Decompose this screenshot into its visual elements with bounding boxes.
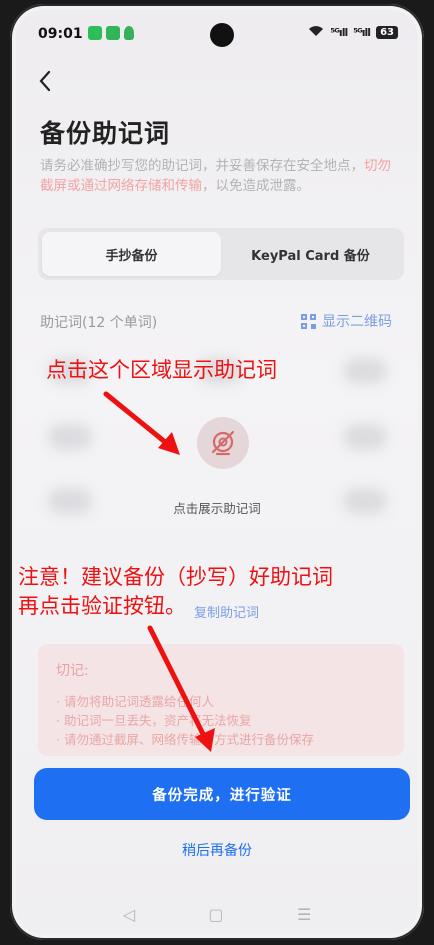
annotation-note-line1: 注意！建议备份（抄写）好助记词: [18, 565, 333, 589]
annotation-tap-area: 点击这个区域显示助记词: [46, 358, 277, 382]
notification-icon: [88, 26, 102, 40]
notification-icon: [106, 26, 120, 40]
blurred-word: [343, 358, 387, 384]
status-bar: 09:01 ⁵ᴳıll ⁵ᴳıll 63: [16, 10, 418, 58]
reveal-hint: 点击展示助记词: [173, 501, 261, 516]
page-description: 请务必准确抄写您的助记词，并妥善保存在安全地点，切勿截屏或通过网络存储和传输，以…: [40, 156, 400, 196]
status-right: ⁵ᴳıll ⁵ᴳıll 63: [308, 25, 398, 40]
caution-title: 切记:: [56, 663, 89, 679]
page-title: 备份助记词: [40, 119, 171, 148]
tab-keypal-card-backup[interactable]: KeyPal Card 备份: [221, 232, 400, 276]
caution-item: · 请勿通过截屏、网络传输的方式进行备份保存: [56, 732, 314, 747]
front-camera: [210, 23, 234, 47]
back-button[interactable]: [38, 70, 52, 97]
eye-off-icon: [211, 430, 235, 456]
system-nav-bar: ◁ ▢ ☰: [16, 896, 418, 932]
phone-frame: 09:01 ⁵ᴳıll ⁵ᴳıll 63 备份助记词 请务必准确抄写您的助记词，…: [10, 4, 424, 940]
nav-home-icon[interactable]: ▢: [208, 905, 223, 924]
screen: 09:01 ⁵ᴳıll ⁵ᴳıll 63 备份助记词 请务必准确抄写您的助记词，…: [16, 10, 418, 934]
blurred-word: [48, 424, 92, 450]
signal-icon: ⁵ᴳıll: [330, 26, 348, 39]
copy-mnemonic-button[interactable]: 复制助记词: [194, 602, 259, 621]
blurred-word: [343, 424, 387, 450]
mnemonic-count-label: 助记词(12 个单词): [40, 315, 158, 331]
nav-menu-icon[interactable]: ☰: [297, 905, 311, 924]
caution-box: 切记: · 请勿将助记词透露给任何人 · 助记词一旦丢失，资产将无法恢复 · 请…: [38, 644, 404, 756]
shield-icon: [124, 26, 134, 40]
wifi-icon: [308, 25, 324, 40]
annotation-note-line2: 再点击验证按钮。: [18, 594, 186, 618]
nav-back-icon[interactable]: ◁: [123, 905, 135, 924]
backup-method-tabs: 手抄备份 KeyPal Card 备份: [38, 228, 404, 280]
show-qr-button[interactable]: 显示二维码: [301, 311, 392, 331]
desc-text-end: ，以免造成泄露。: [202, 178, 310, 194]
reveal-button[interactable]: [197, 417, 249, 469]
battery-icon: 63: [376, 26, 398, 39]
caution-item: · 请勿将助记词透露给任何人: [56, 694, 214, 709]
signal-icon: ⁵ᴳıll: [353, 26, 371, 39]
tab-manual-backup[interactable]: 手抄备份: [42, 232, 221, 276]
chevron-left-icon: [39, 70, 51, 92]
desc-text: 请务必准确抄写您的助记词，并妥善保存在安全地点，: [40, 158, 364, 174]
backup-later-button[interactable]: 稍后再备份: [16, 840, 418, 860]
show-qr-label: 显示二维码: [322, 314, 392, 330]
status-time: 09:01: [38, 26, 83, 42]
qr-code-icon: [301, 313, 316, 329]
caution-item: · 助记词一旦丢失，资产将无法恢复: [56, 713, 252, 728]
backup-done-verify-button[interactable]: 备份完成，进行验证: [34, 768, 410, 820]
